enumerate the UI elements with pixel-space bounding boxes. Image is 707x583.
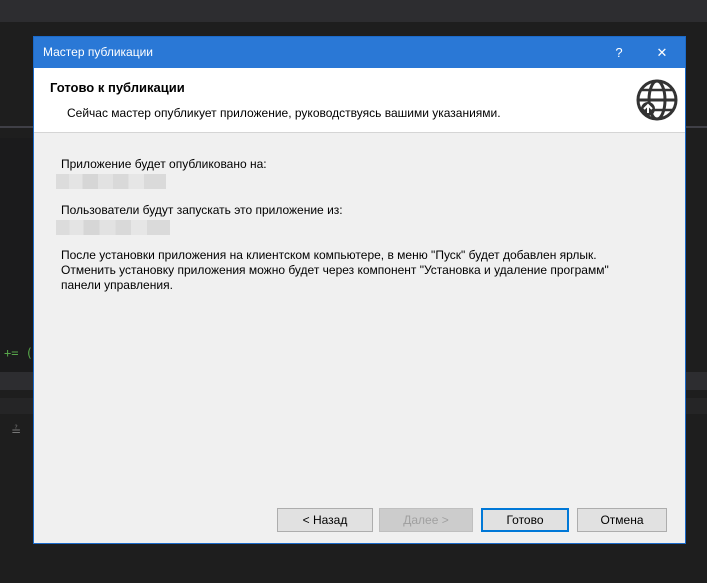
- ide-toolbar: [0, 0, 707, 22]
- publish-location-label: Приложение будет опубликовано на:: [61, 157, 267, 171]
- publish-location-value: [56, 174, 166, 189]
- ide-gutter-glyph: ≟: [11, 424, 22, 438]
- cancel-button[interactable]: Отмена: [577, 508, 667, 532]
- wizard-header: Готово к публикации Сейчас мастер опубли…: [34, 68, 685, 133]
- help-icon[interactable]: ?: [599, 37, 639, 68]
- finish-button[interactable]: Готово: [481, 508, 569, 532]
- globe-icon: [636, 79, 678, 121]
- launch-location-value: [56, 220, 170, 235]
- publish-wizard-dialog: Мастер публикации ? ✕ Готово к публикаци…: [33, 36, 686, 544]
- page-subtitle: Сейчас мастер опубликует приложение, рук…: [67, 106, 501, 120]
- install-note-line-3: панели управления.: [61, 278, 173, 292]
- page-title: Готово к публикации: [50, 80, 185, 95]
- next-button[interactable]: Далее >: [379, 508, 473, 532]
- dialog-titlebar[interactable]: Мастер публикации ? ✕: [34, 37, 685, 68]
- back-button[interactable]: < Назад: [277, 508, 373, 532]
- close-icon[interactable]: ✕: [642, 37, 682, 68]
- dialog-title: Мастер публикации: [43, 45, 153, 59]
- ide-code-fragment: += (: [4, 346, 33, 360]
- install-note-line-2: Отменить установку приложения можно буде…: [61, 263, 609, 277]
- install-note-line-1: После установки приложения на клиентском…: [61, 248, 597, 262]
- launch-location-label: Пользователи будут запускать это приложе…: [61, 203, 343, 217]
- ide-gutter: [0, 138, 33, 378]
